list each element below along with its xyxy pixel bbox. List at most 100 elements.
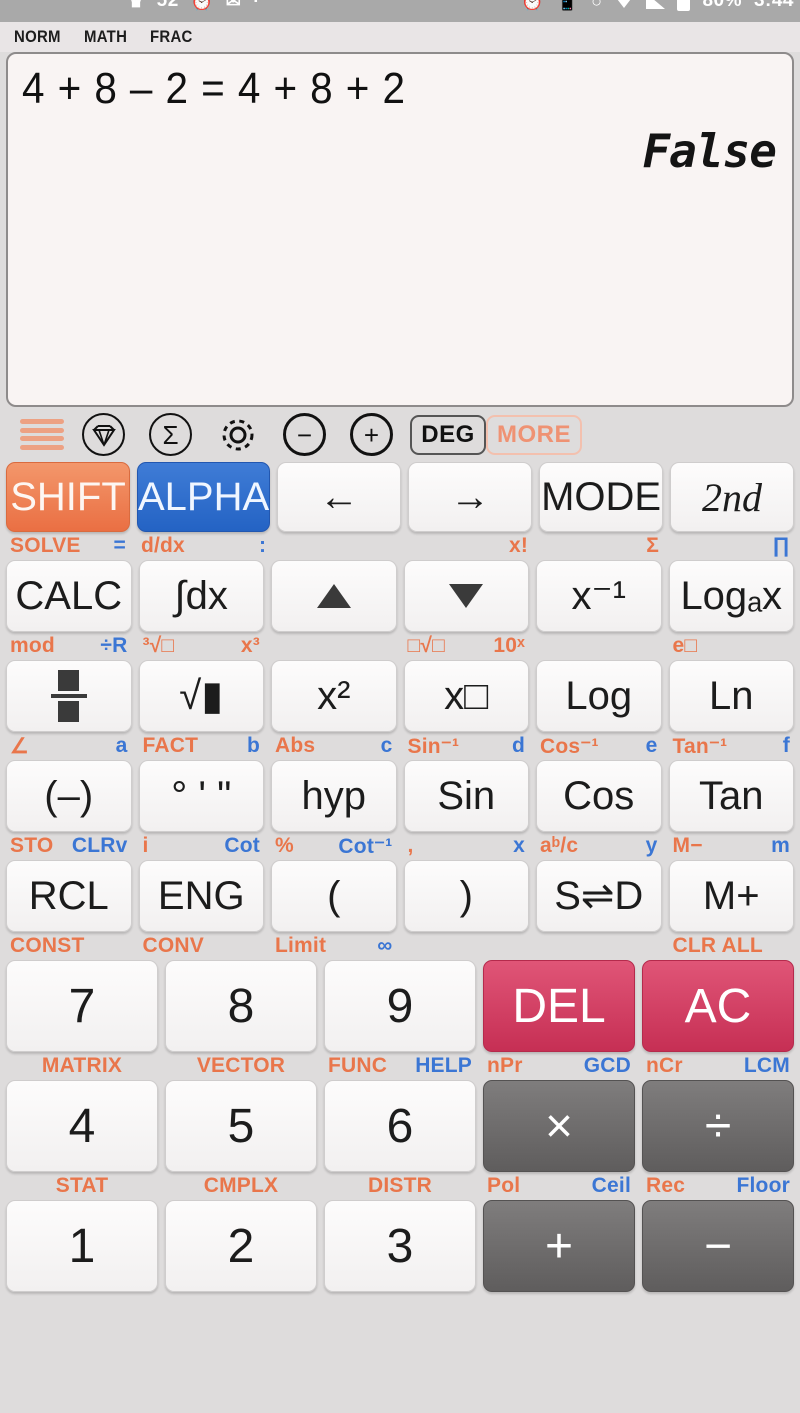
hyp-key[interactable]: hyp [271, 760, 397, 832]
sqrt-key-alpha-label[interactable]: b [247, 734, 260, 758]
integral-key-shift-label[interactable]: ³√□ [143, 634, 175, 658]
eng-key-shift-label[interactable]: CONV [143, 934, 204, 958]
cos-key[interactable]: Cos [536, 760, 662, 832]
alpha-key-alpha-label[interactable]: : [259, 534, 266, 558]
right-arrow-key-alpha-label[interactable]: x! [509, 534, 528, 558]
hyp-key-alpha-label[interactable]: Cot⁻¹ [338, 834, 392, 859]
ac-key-shift-label[interactable]: nCr [646, 1054, 683, 1078]
divide-key-alpha-label[interactable]: Floor [737, 1174, 791, 1198]
del-key-shift-label[interactable]: nPr [487, 1054, 523, 1078]
subtract-key[interactable]: − [642, 1200, 794, 1292]
fraction-key-shift-label[interactable]: ∠ [10, 734, 29, 759]
rcl-key-shift-label[interactable]: CONST [10, 934, 85, 958]
digit-4-key-shift-label[interactable]: STAT [56, 1174, 109, 1198]
digit-9-key[interactable]: 9 [324, 960, 476, 1052]
del-key[interactable]: DEL [483, 960, 635, 1052]
digit-4-key[interactable]: 4 [6, 1080, 158, 1172]
angle-unit-button[interactable]: DEG [405, 412, 491, 458]
calc-key-alpha-label[interactable]: ÷R [100, 634, 127, 658]
sigma-icon[interactable]: Σ [137, 412, 204, 458]
power-key-alpha-label[interactable]: d [512, 734, 525, 758]
zoom-out-icon[interactable]: − [271, 412, 338, 458]
square-key[interactable]: x² [271, 660, 397, 732]
digit-8-key-shift-label[interactable]: VECTOR [197, 1054, 285, 1078]
shift-key-shift-label[interactable]: SOLVE [10, 534, 81, 558]
sin-key-alpha-label[interactable]: x [513, 834, 525, 858]
integral-key-alpha-label[interactable]: x³ [241, 634, 260, 658]
sqrt-key[interactable]: √▮ [138, 660, 264, 732]
memory-plus-key[interactable]: M+ [668, 860, 794, 932]
ln-key-shift-label[interactable]: Tan⁻¹ [673, 734, 728, 759]
divide-key[interactable]: ÷ [642, 1080, 794, 1172]
integral-key[interactable]: ∫dx [138, 560, 264, 632]
shift-key-alpha-label[interactable]: = [114, 534, 126, 558]
left-arrow-key[interactable]: ← [277, 462, 402, 532]
inverse-key[interactable]: x⁻¹ [536, 560, 662, 632]
sin-key[interactable]: Sin [403, 760, 529, 832]
cos-key-shift-label[interactable]: aᵇ/c [540, 834, 578, 858]
fraction-key-alpha-label[interactable]: a [116, 734, 128, 758]
square-key-alpha-label[interactable]: c [381, 734, 393, 758]
power-key-shift-label[interactable]: Sin⁻¹ [408, 734, 460, 759]
right-arrow-key[interactable]: → [408, 462, 533, 532]
up-key[interactable] [271, 560, 397, 632]
ac-key-alpha-label[interactable]: LCM [744, 1054, 790, 1078]
digit-5-key-shift-label[interactable]: CMPLX [204, 1174, 279, 1198]
sqrt-key-shift-label[interactable]: FACT [143, 734, 199, 758]
diamond-icon[interactable] [70, 412, 137, 458]
log-key-shift-label[interactable]: Cos⁻¹ [540, 734, 599, 759]
hyp-key-shift-label[interactable]: % [275, 834, 294, 858]
digit-6-key[interactable]: 6 [324, 1080, 476, 1172]
down-key-alpha-label[interactable]: 10ˣ [493, 634, 525, 658]
cos-key-alpha-label[interactable]: y [646, 834, 658, 858]
more-button[interactable]: MORE [486, 412, 582, 458]
multiply-key[interactable]: × [483, 1080, 635, 1172]
calc-key[interactable]: CALC [6, 560, 132, 632]
add-key[interactable]: + [483, 1200, 635, 1292]
ln-key-alpha-label[interactable]: f [783, 734, 790, 758]
del-key-alpha-label[interactable]: GCD [584, 1054, 631, 1078]
negate-key-alpha-label[interactable]: CLRv [72, 834, 128, 858]
eng-key[interactable]: ENG [138, 860, 264, 932]
digit-9-key-alpha-label[interactable]: HELP [415, 1054, 472, 1078]
digit-7-key[interactable]: 7 [6, 960, 158, 1052]
log-base-key-shift-label[interactable]: e□ [673, 634, 698, 658]
log-base-key[interactable]: Logₐx [668, 560, 794, 632]
down-key[interactable] [403, 560, 529, 632]
ac-key[interactable]: AC [642, 960, 794, 1052]
mode-key[interactable]: MODE [539, 462, 664, 532]
dms-key-alpha-label[interactable]: Cot [224, 834, 260, 858]
digit-2-key[interactable]: 2 [165, 1200, 317, 1292]
divide-key-shift-label[interactable]: Rec [646, 1174, 685, 1198]
menu-icon[interactable] [14, 412, 70, 458]
alpha-key-shift-label[interactable]: d/dx [141, 534, 185, 558]
digit-9-key-shift-label[interactable]: FUNC [328, 1054, 387, 1078]
close-paren-key[interactable]: ) [403, 860, 529, 932]
second-key[interactable]: 2nd [670, 462, 795, 532]
second-key-alpha-label[interactable]: ∏ [773, 534, 791, 558]
sd-toggle-key[interactable]: S⇌D [536, 860, 662, 932]
memory-plus-key-shift-label[interactable]: CLR ALL [673, 934, 763, 958]
power-key[interactable]: x□ [403, 660, 529, 732]
shift-key[interactable]: SHIFT [6, 462, 130, 532]
fraction-key[interactable] [6, 660, 132, 732]
negate-key[interactable]: (–) [6, 760, 132, 832]
alpha-key[interactable]: ALPHA [136, 462, 271, 532]
square-key-shift-label[interactable]: Abs [275, 734, 315, 758]
log-key[interactable]: Log [536, 660, 662, 732]
zoom-in-icon[interactable]: + [338, 412, 405, 458]
tan-key-alpha-label[interactable]: m [771, 834, 790, 858]
digit-8-key[interactable]: 8 [165, 960, 317, 1052]
open-paren-key-alpha-label[interactable]: ∞ [377, 934, 392, 958]
gear-icon[interactable] [204, 412, 271, 458]
calc-key-shift-label[interactable]: mod [10, 634, 55, 658]
digit-1-key[interactable]: 1 [6, 1200, 158, 1292]
digit-3-key[interactable]: 3 [324, 1200, 476, 1292]
tan-key[interactable]: Tan [668, 760, 794, 832]
ln-key[interactable]: Ln [668, 660, 794, 732]
log-key-alpha-label[interactable]: e [646, 734, 658, 758]
digit-7-key-shift-label[interactable]: MATRIX [42, 1054, 122, 1078]
calculator-screen[interactable]: 4 + 8 – 2 = 4 + 8 + 2 False [6, 52, 794, 407]
negate-key-shift-label[interactable]: STO [10, 834, 53, 858]
multiply-key-alpha-label[interactable]: Ceil [592, 1174, 631, 1198]
